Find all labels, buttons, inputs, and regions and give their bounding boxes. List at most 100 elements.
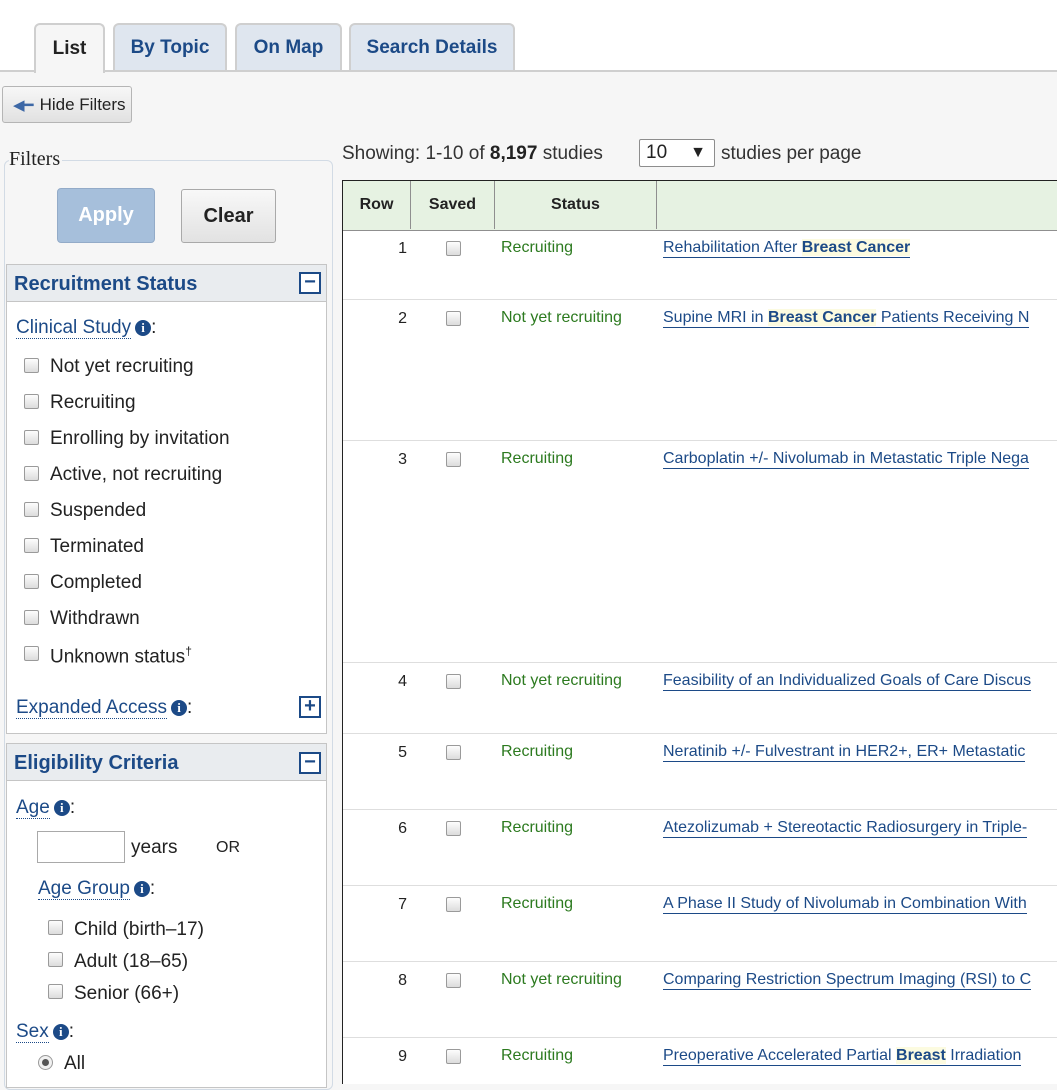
study-title-link[interactable]: Supine MRI in Breast Cancer Patients Rec…: [663, 309, 1030, 328]
collapse-minus-icon[interactable]: −: [299, 272, 321, 294]
row-number: 9: [398, 1048, 407, 1065]
save-checkbox[interactable]: [446, 897, 461, 912]
eligibility-criteria-panel: Eligibility Criteria − Age i: Age Group i:…: [6, 743, 327, 1088]
info-icon[interactable]: i: [171, 700, 188, 716]
option-not-yet-recruiting: Not yet recruiting: [50, 356, 194, 377]
row-number: 8: [398, 972, 407, 989]
table-row: 5 Recruiting Neratinib +/- Fulvestrant i…: [343, 734, 1057, 810]
study-title-link[interactable]: A Phase II Study of Nivolumab in Combina…: [663, 895, 1027, 914]
save-checkbox[interactable]: [446, 311, 461, 326]
option-senior: Senior (66+): [74, 983, 180, 1004]
checkbox-enrolling-by-invitation[interactable]: [24, 430, 39, 445]
option-terminated: Terminated: [50, 536, 144, 557]
checkbox-not-yet-recruiting[interactable]: [24, 358, 39, 373]
row-number: 6: [398, 820, 407, 837]
checkbox-adult[interactable]: [48, 952, 63, 967]
eligibility-criteria-title: Eligibility Criteria: [14, 752, 179, 774]
study-title-link[interactable]: Rehabilitation After Breast Cancer: [663, 239, 911, 258]
table-row: 4 Not yet recruiting Feasibility of an I…: [343, 663, 1057, 734]
status-text: Recruiting: [501, 1047, 574, 1064]
age-input[interactable]: [37, 831, 125, 863]
row-number: 5: [398, 744, 407, 761]
recruitment-status-header[interactable]: Recruitment Status −: [7, 265, 326, 302]
column-header-title[interactable]: [657, 181, 1057, 229]
table-row: 1 Recruiting Rehabilitation After Breast…: [343, 230, 1057, 300]
study-title-link[interactable]: Atezolizumab + Stereotactic Radiosurgery…: [663, 819, 1028, 838]
status-text: Not yet recruiting: [501, 971, 622, 988]
dropdown-arrow-icon: ▼: [690, 144, 706, 161]
status-text: Recruiting: [501, 450, 574, 467]
checkbox-recruiting[interactable]: [24, 394, 39, 409]
table-row: 8 Not yet recruiting Comparing Restricti…: [343, 962, 1057, 1038]
save-checkbox[interactable]: [446, 745, 461, 760]
option-child: Child (birth–17): [74, 919, 204, 940]
tab-bar: List By Topic On Map Search Details: [0, 0, 1057, 73]
option-sex-all: All: [64, 1053, 86, 1074]
checkbox-active-not-recruiting[interactable]: [24, 466, 39, 481]
study-title-link[interactable]: Carboplatin +/- Nivolumab in Metastatic …: [663, 450, 1029, 469]
collapse-minus-icon[interactable]: −: [299, 752, 321, 774]
option-adult: Adult (18–65): [74, 951, 189, 972]
save-checkbox[interactable]: [446, 241, 461, 256]
option-completed: Completed: [50, 572, 142, 593]
option-enrolling-by-invitation: Enrolling by invitation: [50, 428, 230, 449]
save-checkbox[interactable]: [446, 674, 461, 689]
study-title-link[interactable]: Neratinib +/- Fulvestrant in HER2+, ER+ …: [663, 743, 1026, 762]
save-checkbox[interactable]: [446, 973, 461, 988]
study-title-link[interactable]: Preoperative Accelerated Partial Breast …: [663, 1047, 1022, 1066]
option-suspended: Suspended: [50, 500, 147, 521]
status-text: Recruiting: [501, 819, 574, 836]
filters-legend: Filters: [9, 148, 63, 171]
results-count: Showing: 1-10 of 8,197 studies: [342, 143, 603, 164]
info-icon[interactable]: i: [133, 881, 150, 897]
dagger-mark: †: [185, 644, 192, 658]
sex-label: Sex i:: [16, 1021, 75, 1043]
checkbox-terminated[interactable]: [24, 538, 39, 553]
row-number: 7: [398, 896, 407, 913]
checkbox-completed[interactable]: [24, 574, 39, 589]
tab-list[interactable]: List: [34, 23, 105, 73]
checkbox-suspended[interactable]: [24, 502, 39, 517]
expand-plus-icon[interactable]: +: [299, 696, 321, 718]
study-title-link[interactable]: Feasibility of an Individualized Goals o…: [663, 672, 1032, 691]
tab-search-details[interactable]: Search Details: [349, 23, 515, 70]
hide-filters-button[interactable]: ◀━ Hide Filters: [2, 86, 132, 123]
table-row: 2 Not yet recruiting Supine MRI in Breas…: [343, 300, 1057, 441]
years-label: years: [131, 837, 178, 858]
option-withdrawn: Withdrawn: [50, 608, 140, 629]
tab-by-topic[interactable]: By Topic: [113, 23, 227, 70]
column-header-saved[interactable]: Saved: [411, 181, 495, 229]
checkbox-child[interactable]: [48, 920, 63, 935]
table-header: Row Saved Status: [343, 181, 1057, 231]
eligibility-criteria-header[interactable]: Eligibility Criteria −: [7, 744, 326, 781]
checkbox-unknown-status[interactable]: [24, 646, 39, 661]
per-page-select[interactable]: 10 ▼: [639, 139, 715, 167]
table-row: 3 Recruiting Carboplatin +/- Nivolumab i…: [343, 441, 1057, 663]
checkbox-senior[interactable]: [48, 984, 63, 999]
save-checkbox[interactable]: [446, 1049, 461, 1064]
save-checkbox[interactable]: [446, 821, 461, 836]
option-unknown-status: Unknown status†: [50, 644, 192, 668]
column-header-status[interactable]: Status: [495, 181, 657, 229]
table-row: 9 Recruiting Preoperative Accelerated Pa…: [343, 1038, 1057, 1084]
status-text: Recruiting: [501, 239, 574, 256]
status-text: Recruiting: [501, 743, 574, 760]
row-number: 1: [398, 240, 407, 257]
study-title-link[interactable]: Comparing Restriction Spectrum Imaging (…: [663, 971, 1032, 990]
info-icon[interactable]: i: [53, 800, 70, 816]
column-header-row[interactable]: Row: [343, 181, 411, 229]
save-checkbox[interactable]: [446, 452, 461, 467]
info-icon[interactable]: i: [135, 320, 152, 336]
clear-button[interactable]: Clear: [181, 189, 276, 243]
results-total: 8,197: [489, 143, 538, 164]
info-icon[interactable]: i: [52, 1024, 69, 1040]
status-text: Not yet recruiting: [501, 672, 622, 689]
apply-button[interactable]: Apply: [57, 188, 155, 243]
per-page-label: studies per page: [721, 143, 862, 164]
table-row: 7 Recruiting A Phase II Study of Nivolum…: [343, 886, 1057, 962]
option-active-not-recruiting: Active, not recruiting: [50, 464, 223, 485]
checkbox-withdrawn[interactable]: [24, 610, 39, 625]
tab-on-map[interactable]: On Map: [235, 23, 342, 70]
status-text: Not yet recruiting: [501, 309, 622, 326]
radio-sex-all[interactable]: [38, 1055, 53, 1070]
